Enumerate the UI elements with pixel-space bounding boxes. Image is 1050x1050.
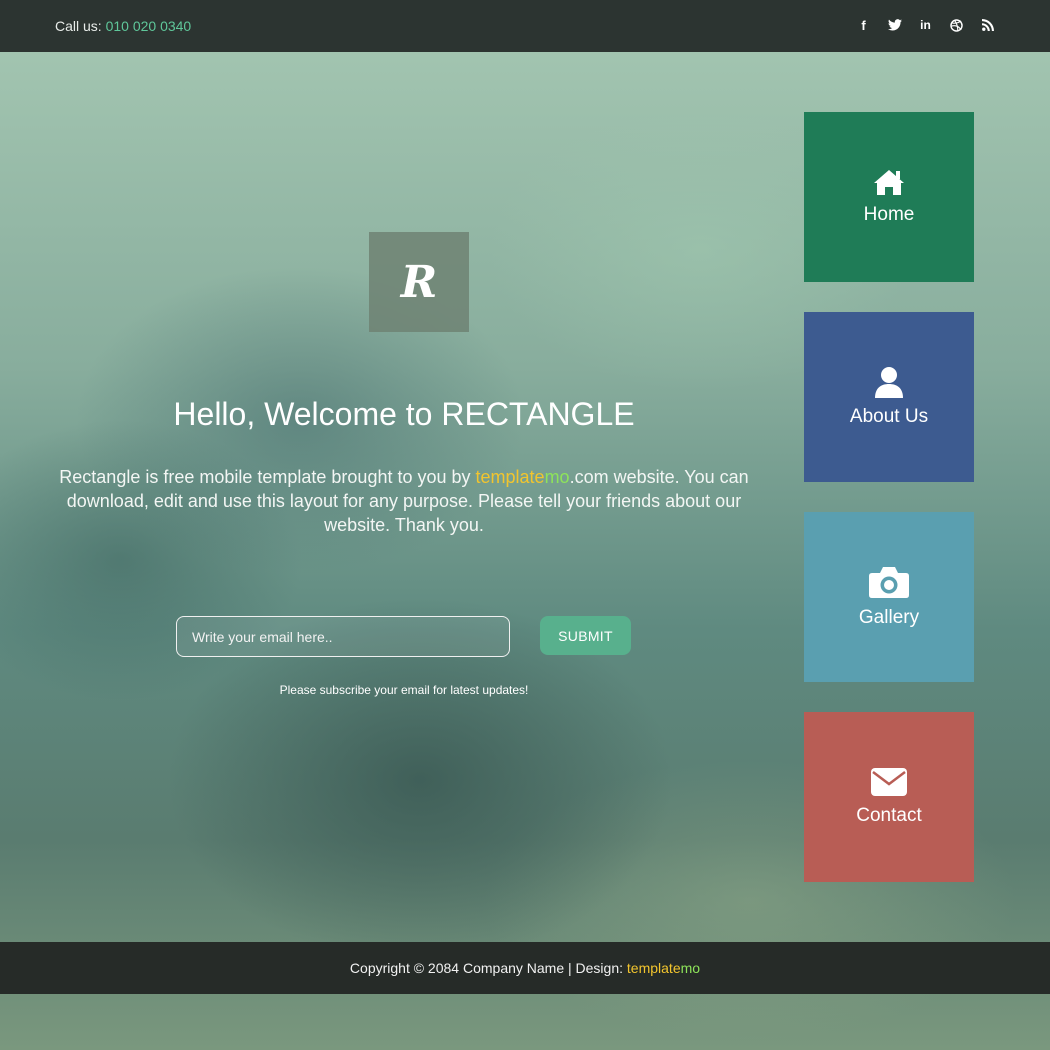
templatemo-link[interactable]: templatemo <box>476 467 570 487</box>
nav-tile-about-us[interactable]: About Us <box>804 312 974 482</box>
rss-icon[interactable] <box>980 16 995 34</box>
page-title: Hello, Welcome to RECTANGLE <box>0 396 808 433</box>
footer-brand-part-a: template <box>626 960 681 976</box>
top-bar: Call us: 010 020 0340 f in <box>0 0 1050 52</box>
home-icon <box>874 170 904 195</box>
nav-tile-contact[interactable]: Contact <box>804 712 974 882</box>
email-input[interactable] <box>176 616 510 657</box>
camera-icon <box>869 567 909 598</box>
intro-before: Rectangle is free mobile template brough… <box>59 467 476 487</box>
nav-tile-label: Gallery <box>858 607 920 628</box>
intro-text: Rectangle is free mobile template brough… <box>55 465 753 537</box>
site-logo[interactable]: R <box>369 232 469 332</box>
linkedin-icon[interactable]: in <box>918 16 933 34</box>
title-brand: RECTANGLE <box>441 396 635 432</box>
copyright-text: Copyright © 2084 Company Name | Design: <box>349 960 627 976</box>
call-us: Call us: 010 020 0340 <box>55 18 191 34</box>
brand-part-a: template <box>475 467 545 487</box>
dribbble-icon[interactable] <box>949 16 964 34</box>
title-prefix: Hello, Welcome to <box>173 396 442 432</box>
call-label: Call us: <box>55 18 106 34</box>
nav-tile-gallery[interactable]: Gallery <box>804 512 974 682</box>
nav-tile-label: Home <box>863 204 915 225</box>
user-icon <box>875 367 903 398</box>
twitter-icon[interactable] <box>887 16 902 34</box>
envelope-icon <box>871 768 907 796</box>
nav-tile-home[interactable]: Home <box>804 112 974 282</box>
submit-button[interactable]: SUBMIT <box>540 616 631 655</box>
facebook-icon[interactable]: f <box>856 16 871 34</box>
brand-part-b: mo <box>544 467 570 487</box>
footer-templatemo-link[interactable]: templatemo <box>627 960 700 976</box>
subscribe-note: Please subscribe your email for latest u… <box>279 683 529 697</box>
phone-number[interactable]: 010 020 0340 <box>106 18 192 34</box>
nav-tile-label: Contact <box>856 805 922 826</box>
social-links: f in <box>856 16 995 34</box>
nav-tile-label: About Us <box>849 406 929 427</box>
footer: Copyright © 2084 Company Name | Design: … <box>0 942 1050 994</box>
footer-brand-part-b: mo <box>680 960 701 976</box>
